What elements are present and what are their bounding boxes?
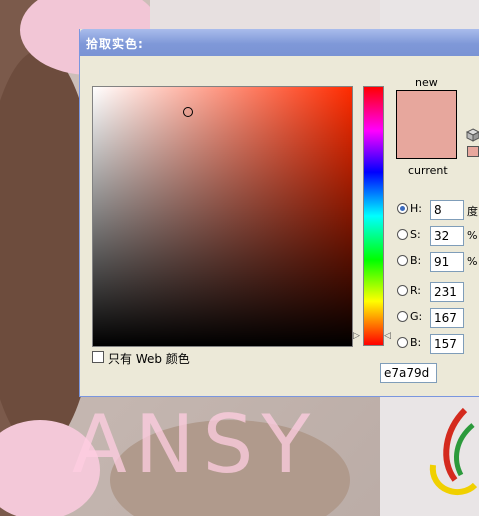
brightness-label: B: bbox=[410, 254, 422, 267]
green-radio[interactable] bbox=[397, 311, 408, 322]
out-of-gamut-cube-icon[interactable] bbox=[466, 128, 479, 142]
saturation-radio[interactable] bbox=[397, 229, 408, 240]
new-color-label: new bbox=[415, 76, 438, 89]
new-current-color-swatch bbox=[396, 90, 457, 159]
brightness-radio[interactable] bbox=[397, 255, 408, 266]
color-picker-cursor[interactable] bbox=[183, 107, 193, 117]
blue-radio[interactable] bbox=[397, 337, 408, 348]
green-input[interactable]: 167 bbox=[430, 308, 464, 328]
websafe-color-swatch[interactable] bbox=[467, 146, 479, 157]
red-radio[interactable] bbox=[397, 285, 408, 296]
brightness-input[interactable]: 91 bbox=[430, 252, 464, 272]
hue-radio[interactable] bbox=[397, 203, 408, 214]
dialog-titlebar[interactable]: 拾取实色: bbox=[80, 29, 479, 56]
logo-icon bbox=[429, 407, 478, 496]
hex-input[interactable]: e7a79d bbox=[380, 363, 437, 383]
web-colors-only-checkbox[interactable] bbox=[92, 351, 104, 363]
hue-slider-left-arrow-icon[interactable]: ▷ bbox=[353, 332, 360, 341]
blue-label: B: bbox=[410, 336, 422, 349]
hue-unit: 度 bbox=[467, 205, 478, 218]
dialog-title: 拾取实色: bbox=[86, 37, 144, 51]
saturation-unit: % bbox=[467, 229, 478, 242]
color-picker-dialog: 拾取实色: ▷ ◁ new current H: 8 度 S: 32 % B: … bbox=[79, 29, 479, 397]
green-label: G: bbox=[410, 310, 423, 323]
hue-input[interactable]: 8 bbox=[430, 200, 464, 220]
saturation-input[interactable]: 32 bbox=[430, 226, 464, 246]
current-color-label: current bbox=[408, 164, 448, 177]
red-input[interactable]: 231 bbox=[430, 282, 464, 302]
brightness-unit: % bbox=[467, 255, 478, 268]
saturation-brightness-field[interactable] bbox=[92, 86, 353, 347]
blue-input[interactable]: 157 bbox=[430, 334, 464, 354]
watermark-text: ANSY bbox=[72, 398, 319, 491]
saturation-label: S: bbox=[410, 228, 421, 241]
hue-slider[interactable] bbox=[363, 86, 384, 346]
hue-slider-right-arrow-icon[interactable]: ◁ bbox=[384, 332, 391, 341]
hue-label: H: bbox=[410, 202, 422, 215]
web-colors-only-label: 只有 Web 颜色 bbox=[108, 352, 190, 366]
red-label: R: bbox=[410, 284, 422, 297]
